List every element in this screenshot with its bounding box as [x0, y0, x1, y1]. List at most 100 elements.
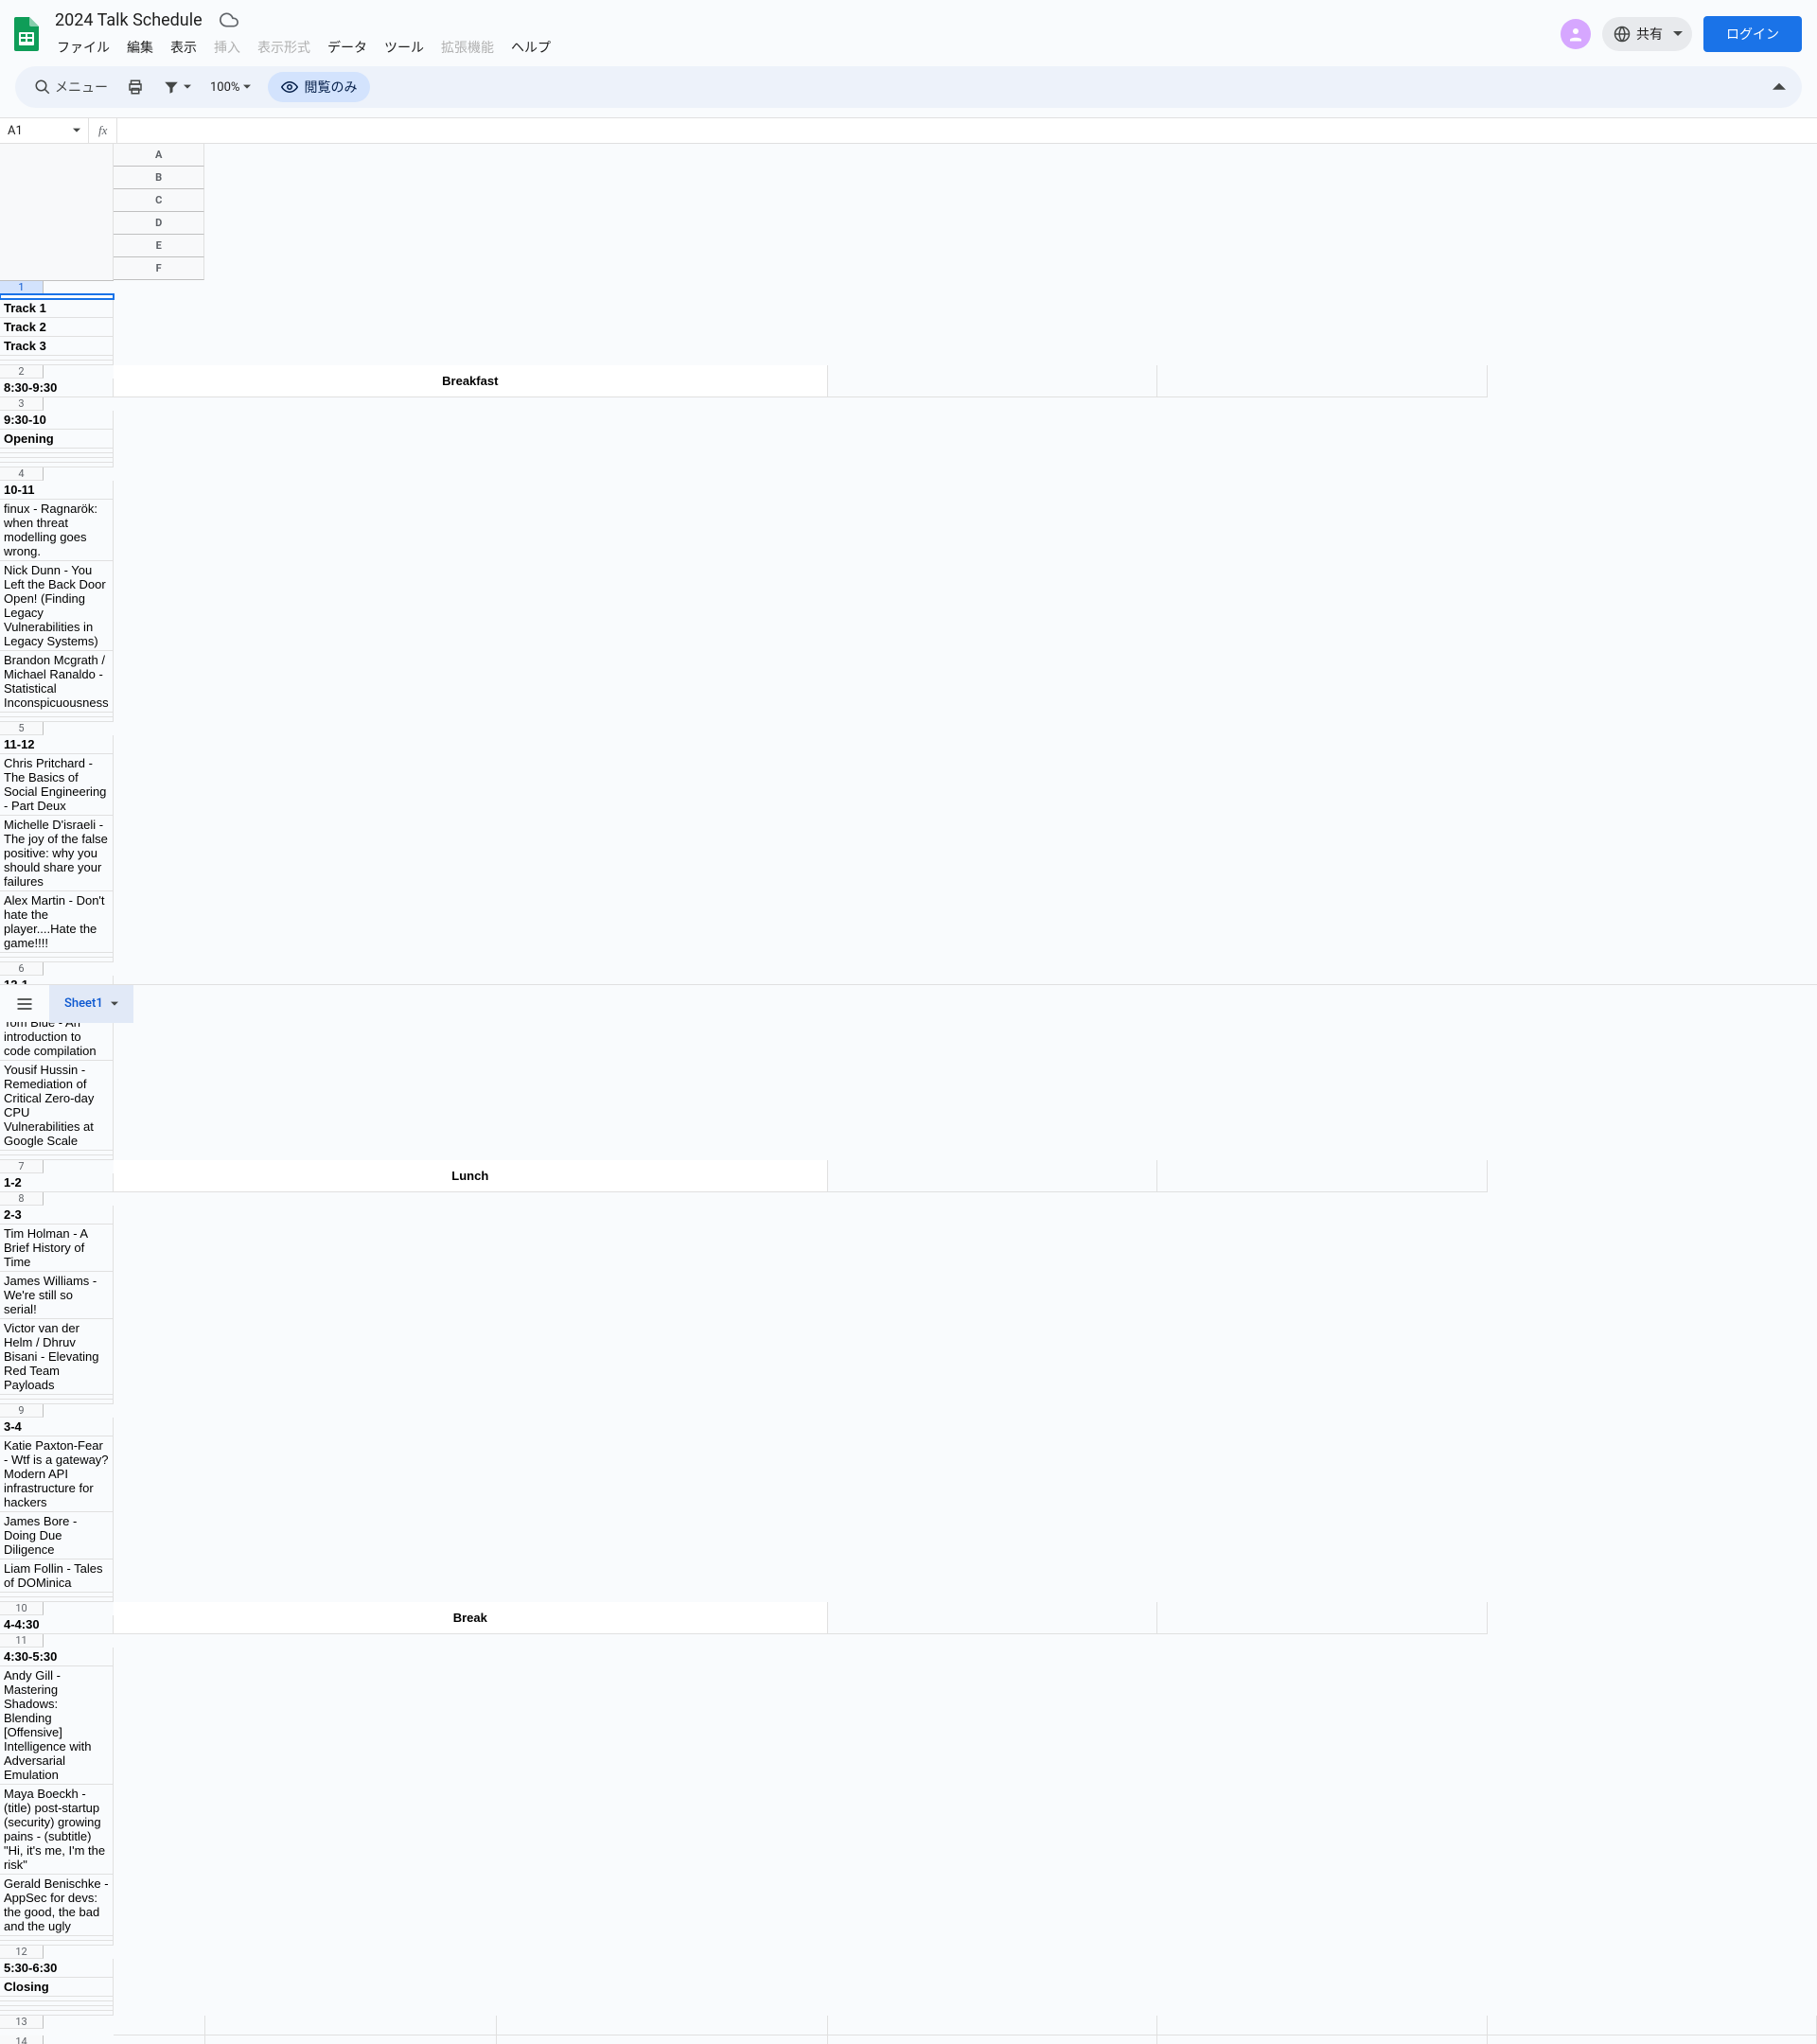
- cell-F2[interactable]: [1157, 365, 1487, 397]
- col-header-C[interactable]: C: [114, 189, 204, 212]
- cell-A7[interactable]: 1-2: [0, 1173, 114, 1192]
- row-header-5[interactable]: 5: [0, 722, 44, 735]
- cell-A14[interactable]: [114, 2035, 205, 2044]
- cell-C1[interactable]: Track 2: [0, 318, 114, 337]
- cell-B14[interactable]: [204, 2035, 496, 2044]
- cell-A5[interactable]: 11-12: [0, 735, 114, 754]
- signin-button[interactable]: ログイン: [1703, 16, 1802, 52]
- cell-A12[interactable]: 5:30-6:30: [0, 1959, 114, 1978]
- cell-E14[interactable]: [1157, 2035, 1487, 2044]
- cell-E7[interactable]: [827, 1160, 1156, 1192]
- cell-C8[interactable]: James Williams - We're still so serial!: [0, 1272, 114, 1319]
- grid[interactable]: ABCDEF1Track 1Track 2Track 328:30-9:30Br…: [0, 144, 1817, 2044]
- chevron-down-icon: [73, 127, 80, 134]
- formula-bar: A1 fx: [0, 117, 1817, 144]
- cell-C9[interactable]: James Bore - Doing Due Diligence: [0, 1512, 114, 1559]
- cell-A10[interactable]: 4-4:30: [0, 1615, 114, 1634]
- row-header-1[interactable]: 1: [0, 281, 44, 294]
- row-header-8[interactable]: 8: [0, 1192, 44, 1206]
- cell-D9[interactable]: Liam Follin - Tales of DOMinica: [0, 1559, 114, 1593]
- cell-D5[interactable]: Alex Martin - Don't hate the player....H…: [0, 891, 114, 953]
- cell-C14[interactable]: [497, 2035, 828, 2044]
- cell-D14[interactable]: [827, 2035, 1156, 2044]
- row-header-14[interactable]: 14: [0, 2035, 44, 2044]
- cell-A8[interactable]: 2-3: [0, 1206, 114, 1225]
- row-header-11[interactable]: 11: [0, 1634, 44, 1648]
- cell-B8[interactable]: Tim Holman - A Brief History of Time: [0, 1225, 114, 1272]
- col-header-A[interactable]: A: [114, 144, 204, 167]
- doc-title[interactable]: 2024 Talk Schedule: [49, 9, 208, 32]
- sheets-logo[interactable]: [8, 15, 45, 53]
- cell-merged-10[interactable]: Break: [114, 1602, 828, 1634]
- cloud-saved-icon[interactable]: [220, 10, 238, 29]
- row-header-10[interactable]: 10: [0, 1602, 44, 1615]
- formula-input[interactable]: [117, 118, 1817, 143]
- cell-D8[interactable]: Victor van der Helm / Dhruv Bisani - Ele…: [0, 1319, 114, 1395]
- cell-C11[interactable]: Maya Boeckh - (title) post-startup (secu…: [0, 1785, 114, 1875]
- row-header-12[interactable]: 12: [0, 1946, 44, 1959]
- header: 2024 Talk Schedule ファイル 編集 表示 挿入 表示形式 デー…: [0, 0, 1817, 61]
- print-icon: [127, 79, 144, 96]
- cell-B11[interactable]: Andy Gill - Mastering Shadows: Blending …: [0, 1666, 114, 1785]
- cell-A3[interactable]: 9:30-10: [0, 411, 114, 430]
- menu-edit[interactable]: 編集: [119, 34, 161, 61]
- cell-C4[interactable]: Nick Dunn - You Left the Back Door Open!…: [0, 561, 114, 651]
- col-header-D[interactable]: D: [114, 212, 204, 235]
- row-header-2[interactable]: 2: [0, 365, 44, 379]
- cell-C5[interactable]: Michelle D'israeli - The joy of the fals…: [0, 816, 114, 891]
- cell-D4[interactable]: Brandon Mcgrath / Michael Ranaldo - Stat…: [0, 651, 114, 713]
- menu-tools[interactable]: ツール: [377, 34, 432, 61]
- cell-D11[interactable]: Gerald Benischke - AppSec for devs: the …: [0, 1875, 114, 1936]
- cell-B12[interactable]: Closing: [0, 1978, 114, 1997]
- cell-A2[interactable]: 8:30-9:30: [0, 379, 114, 397]
- zoom-select[interactable]: 100%: [203, 75, 258, 100]
- cell-B4[interactable]: finux - Ragnarök: when threat modelling …: [0, 500, 114, 561]
- cell-F10[interactable]: [1157, 1602, 1487, 1634]
- cell-C13[interactable]: [497, 2016, 828, 2035]
- cell-F13[interactable]: [1487, 2016, 1816, 2035]
- cell-F7[interactable]: [1157, 1160, 1487, 1192]
- all-sheets-button[interactable]: [8, 987, 42, 1021]
- cell-B5[interactable]: Chris Pritchard - The Basics of Social E…: [0, 754, 114, 816]
- cell-B9[interactable]: Katie Paxton-Fear - Wtf is a gateway? Mo…: [0, 1436, 114, 1512]
- cell-A9[interactable]: 3-4: [0, 1418, 114, 1436]
- cell-A4[interactable]: 10-11: [0, 481, 114, 500]
- select-all-cell[interactable]: [0, 144, 114, 280]
- col-header-B[interactable]: B: [114, 167, 204, 189]
- menu-data[interactable]: データ: [320, 34, 375, 61]
- cell-B1[interactable]: Track 1: [0, 299, 114, 318]
- menu-view[interactable]: 表示: [163, 34, 204, 61]
- cell-F14[interactable]: [1487, 2035, 1816, 2044]
- anon-avatar[interactable]: [1561, 19, 1591, 49]
- cell-B3[interactable]: Opening: [0, 430, 114, 449]
- row-header-7[interactable]: 7: [0, 1160, 44, 1173]
- search-menus[interactable]: メニュー: [26, 72, 115, 102]
- share-dropdown[interactable]: [1664, 17, 1692, 51]
- col-header-E[interactable]: E: [114, 235, 204, 257]
- row-header-3[interactable]: 3: [0, 397, 44, 411]
- row-header-9[interactable]: 9: [0, 1404, 44, 1418]
- sheet-tab-1[interactable]: Sheet1: [49, 985, 133, 1023]
- view-mode-pill[interactable]: 閲覧のみ: [268, 72, 370, 102]
- col-header-F[interactable]: F: [114, 257, 204, 280]
- cell-A13[interactable]: [114, 2016, 205, 2035]
- filter-views-button[interactable]: [155, 73, 199, 101]
- cell-D13[interactable]: [827, 2016, 1156, 2035]
- cell-E2[interactable]: [827, 365, 1156, 397]
- cell-E10[interactable]: [827, 1602, 1156, 1634]
- menu-help[interactable]: ヘルプ: [503, 34, 558, 61]
- cell-B13[interactable]: [204, 2016, 496, 2035]
- collapse-toolbar-button[interactable]: [1768, 76, 1791, 98]
- menu-file[interactable]: ファイル: [49, 34, 117, 61]
- print-button[interactable]: [119, 73, 151, 101]
- name-box[interactable]: A1: [0, 118, 89, 143]
- cell-A11[interactable]: 4:30-5:30: [0, 1648, 114, 1666]
- cell-merged-2[interactable]: Breakfast: [114, 365, 828, 397]
- cell-merged-7[interactable]: Lunch: [114, 1160, 828, 1192]
- row-header-4[interactable]: 4: [0, 467, 44, 481]
- row-header-6[interactable]: 6: [0, 962, 44, 976]
- row-header-13[interactable]: 13: [0, 2016, 44, 2029]
- cell-E13[interactable]: [1157, 2016, 1487, 2035]
- cell-D6[interactable]: Yousif Hussin - Remediation of Critical …: [0, 1061, 114, 1151]
- cell-D1[interactable]: Track 3: [0, 337, 114, 356]
